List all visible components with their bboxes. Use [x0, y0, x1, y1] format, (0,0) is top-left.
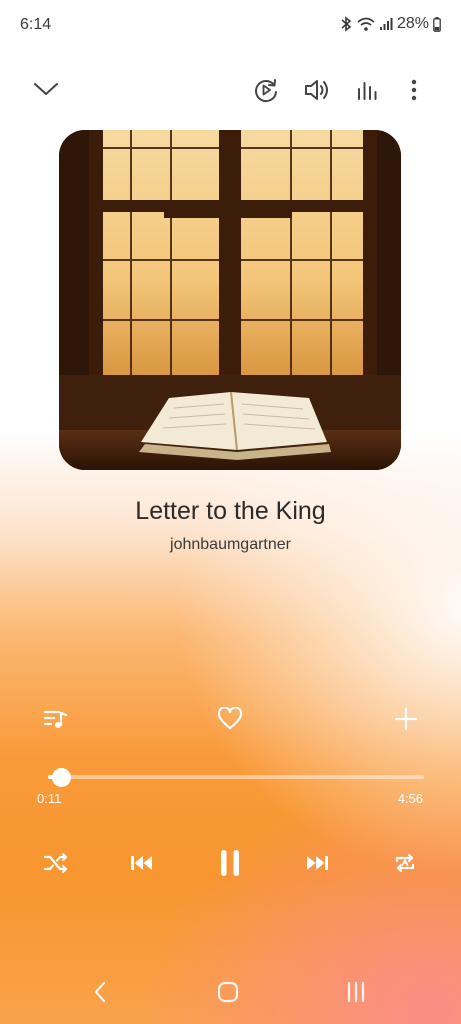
recents-icon [347, 981, 365, 1003]
home-button[interactable] [212, 976, 244, 1008]
add-to-playlist-button[interactable] [390, 703, 422, 735]
playback-switch-icon [255, 79, 277, 103]
shuffle-button[interactable] [40, 847, 72, 879]
elapsed-time: 0:11 [37, 791, 62, 806]
bluetooth-icon [341, 16, 352, 32]
shuffle-icon [43, 852, 68, 874]
track-artist[interactable]: johnbaumgartner [0, 536, 461, 554]
back-icon [94, 981, 106, 1003]
seek-bar-handle[interactable] [52, 768, 72, 787]
more-vertical-icon [411, 79, 417, 101]
track-title: Letter to the King [135, 497, 326, 525]
heart-icon [217, 707, 243, 730]
favorite-button[interactable] [214, 703, 246, 735]
repeat-button[interactable] [389, 847, 421, 879]
more-options-button[interactable] [398, 74, 430, 106]
next-button[interactable] [301, 847, 333, 879]
battery-icon [433, 16, 441, 32]
battery-percent: 28% [396, 15, 429, 32]
recents-button[interactable] [340, 976, 372, 1008]
home-icon [217, 981, 239, 1003]
album-art [59, 130, 401, 470]
playlist-button[interactable] [40, 703, 72, 735]
equalizer-button[interactable] [352, 74, 384, 106]
plus-icon [394, 707, 418, 731]
collapse-button[interactable] [30, 74, 62, 104]
repeat-icon [395, 853, 415, 873]
volume-button[interactable] [301, 74, 333, 106]
back-button[interactable] [84, 976, 116, 1008]
previous-icon [131, 856, 152, 870]
playlist-icon [43, 710, 68, 728]
seek-bar[interactable] [48, 775, 424, 779]
status-icons: 28% [339, 15, 441, 33]
next-icon [307, 856, 328, 870]
chevron-down-icon [34, 83, 58, 95]
pause-button[interactable] [212, 843, 248, 883]
playback-switch-button[interactable] [250, 74, 282, 106]
previous-button[interactable] [126, 847, 158, 879]
pause-icon [221, 850, 239, 876]
wifi-icon [357, 17, 375, 31]
signal-icon [379, 18, 393, 30]
status-time: 6:14 [20, 16, 52, 33]
volume-icon [305, 80, 328, 100]
total-duration: 4:56 [397, 791, 423, 806]
equalizer-icon [358, 82, 377, 100]
status-bar: 6:14 28% [0, 0, 461, 50]
